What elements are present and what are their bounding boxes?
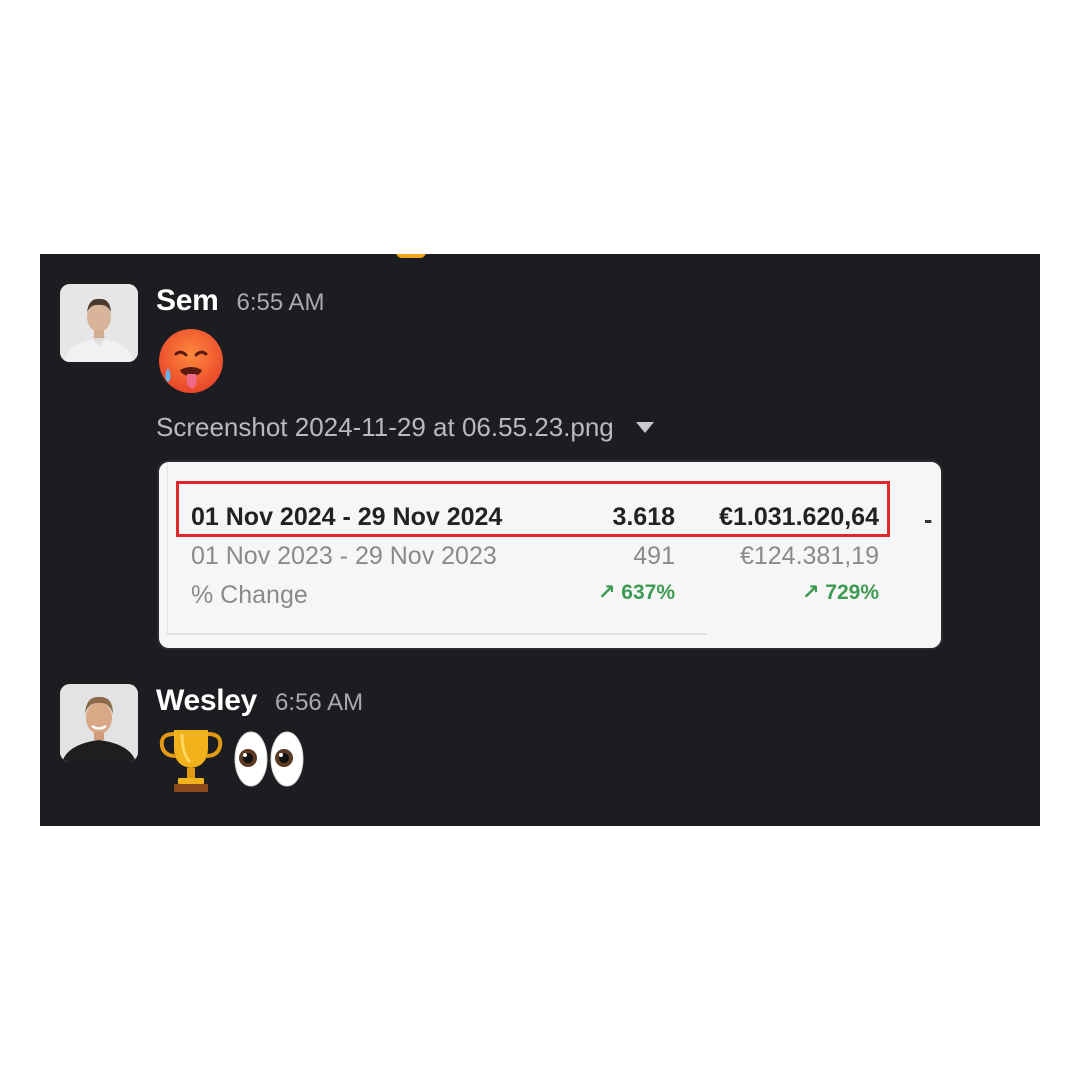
- attachment-file-name[interactable]: Screenshot 2024-11-29 at 06.55.23.png: [156, 412, 614, 443]
- table-cell-count: 3.618: [612, 503, 675, 531]
- table-cell-period: 01 Nov 2023 - 29 Nov 2023: [191, 542, 497, 570]
- eyes-icon: [232, 728, 306, 795]
- attachment-header: Screenshot 2024-11-29 at 06.55.23.png: [156, 412, 654, 443]
- message-header-wesley: Wesley 6:56 AM: [156, 684, 363, 718]
- trophy-icon: [156, 724, 226, 799]
- hot-face-sweat-icon: [156, 326, 226, 401]
- table-cell-period: 01 Nov 2024 - 29 Nov 2024: [191, 503, 503, 531]
- message-header-sem: Sem 6:55 AM: [156, 284, 325, 318]
- message-timestamp[interactable]: 6:55 AM: [236, 289, 324, 317]
- caret-down-icon[interactable]: [635, 422, 654, 433]
- table-cell-amount: €1.031.620,64: [719, 503, 879, 531]
- preview-divider: [167, 633, 707, 635]
- author-name[interactable]: Sem: [156, 284, 219, 318]
- message-timestamp[interactable]: 6:56 AM: [275, 689, 363, 717]
- partial-emoji-icon: [396, 254, 426, 258]
- table-cell-cutoff: -: [924, 506, 933, 534]
- table-cell-label: % Change: [191, 581, 308, 609]
- change-badge: ↗ 729%: [801, 581, 879, 604]
- avatar-wesley[interactable]: [60, 684, 138, 762]
- avatar-sem[interactable]: [60, 284, 138, 362]
- author-name[interactable]: Wesley: [156, 684, 257, 718]
- chat-panel: Sem 6:55 AM Screenshot 2024-11-29 at 06.…: [40, 254, 1040, 826]
- table-cell-amount: €124.381,19: [739, 542, 879, 570]
- change-badge: ↗ 637%: [597, 581, 675, 604]
- preview-edge: [167, 462, 168, 634]
- table-cell-count: 491: [633, 542, 675, 570]
- image-attachment-preview[interactable]: 01 Nov 2024 - 29 Nov 2024 3.618 €1.031.6…: [157, 460, 943, 650]
